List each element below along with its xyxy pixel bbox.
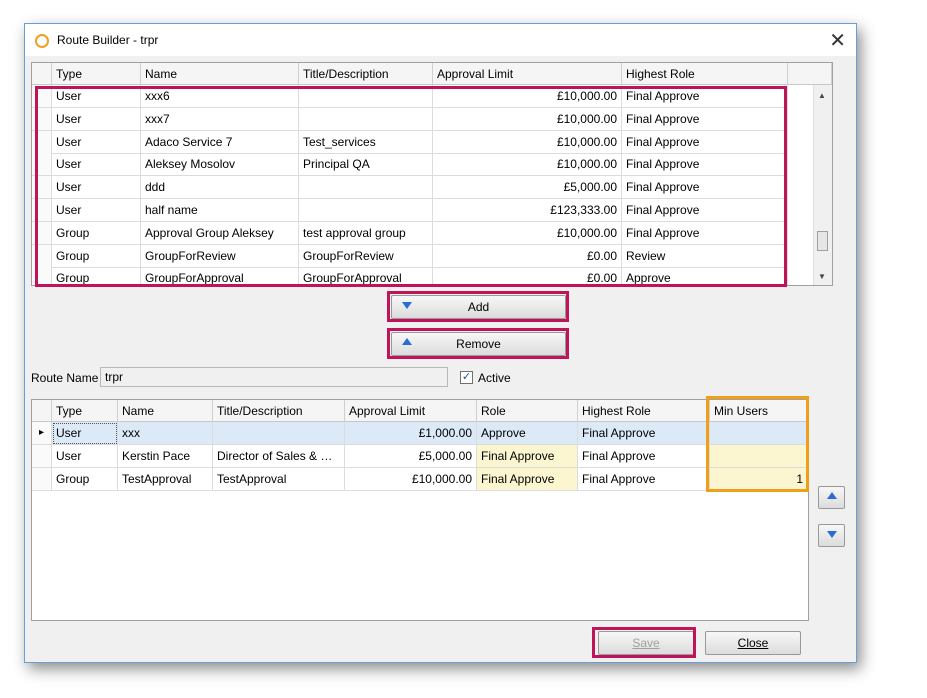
highlight-top-grid [35, 86, 787, 287]
cell-name: xxx [118, 422, 213, 445]
title-bar: Route Builder - trpr ✕ [25, 24, 856, 56]
cell-role[interactable]: Final Approve [477, 468, 578, 491]
active-label: Active [478, 371, 511, 385]
column-header-highest-role[interactable]: Highest Role [578, 400, 710, 422]
highlight-min-users-column [706, 396, 809, 492]
column-header-filler [788, 63, 832, 85]
scroll-thumb[interactable] [817, 231, 828, 251]
route-members-grid: Type Name Title/Description Approval Lim… [31, 399, 809, 621]
column-header-title[interactable]: Title/Description [213, 400, 345, 422]
highlight-save-button [592, 627, 696, 658]
column-header-name[interactable]: Name [141, 63, 299, 85]
row-header[interactable] [32, 445, 52, 468]
cell-role[interactable]: Approve [477, 422, 578, 445]
cell-type: User [52, 445, 118, 468]
cell-title: TestApproval [213, 468, 345, 491]
cell-approval-limit: £10,000.00 [345, 468, 477, 491]
cell-highest-role: Final Approve [578, 468, 710, 491]
table-row[interactable]: ▸ User xxx £1,000.00 Approve Final Approve [32, 422, 808, 445]
column-header-name[interactable]: Name [118, 400, 213, 422]
cell-title [213, 422, 345, 445]
column-header-role[interactable]: Role [477, 400, 578, 422]
scroll-up-icon[interactable]: ▲ [818, 91, 826, 100]
column-header-rowheader [32, 400, 52, 422]
column-header-approval-limit[interactable]: Approval Limit [433, 63, 622, 85]
close-button[interactable]: Close [705, 631, 801, 655]
column-header-approval-limit[interactable]: Approval Limit [345, 400, 477, 422]
active-checkbox[interactable]: ✓ [460, 371, 473, 384]
top-grid-scrollbar[interactable]: ▲ ▼ [813, 85, 832, 285]
route-name-input[interactable]: trpr [100, 367, 448, 387]
cell-role[interactable]: Final Approve [477, 445, 578, 468]
table-row[interactable]: User Kerstin Pace Director of Sales & M...… [32, 445, 808, 468]
close-window-icon[interactable]: ✕ [829, 28, 846, 53]
row-header[interactable] [32, 468, 52, 491]
column-header-highest-role[interactable]: Highest Role [622, 63, 788, 85]
cell-type: Group [52, 468, 118, 491]
window-title: Route Builder - trpr [57, 33, 159, 47]
arrow-down-icon [827, 531, 837, 538]
cell-approval-limit: £5,000.00 [345, 445, 477, 468]
cell-highest-role: Final Approve [578, 422, 710, 445]
scroll-down-icon[interactable]: ▼ [818, 272, 826, 281]
move-down-button[interactable] [818, 524, 845, 547]
close-button-label: Close [737, 636, 769, 650]
cell-type: User [52, 422, 118, 445]
cell-approval-limit: £1,000.00 [345, 422, 477, 445]
highlight-remove-button [387, 328, 569, 359]
route-name-label: Route Name [31, 371, 99, 385]
move-up-button[interactable] [818, 486, 845, 509]
arrow-up-icon [827, 492, 837, 499]
cell-title: Director of Sales & M... [213, 445, 345, 468]
column-header-rowheader [32, 63, 52, 85]
table-row[interactable]: Group TestApproval TestApproval £10,000.00 F… [32, 468, 808, 491]
highlight-add-button [387, 291, 569, 322]
column-header-title[interactable]: Title/Description [299, 63, 433, 85]
cell-highest-role: Final Approve [578, 445, 710, 468]
column-header-type[interactable]: Type [52, 400, 118, 422]
column-header-type[interactable]: Type [52, 63, 141, 85]
row-header[interactable]: ▸ [32, 422, 52, 445]
cell-name: TestApproval [118, 468, 213, 491]
app-icon [35, 34, 49, 48]
cell-name: Kerstin Pace [118, 445, 213, 468]
